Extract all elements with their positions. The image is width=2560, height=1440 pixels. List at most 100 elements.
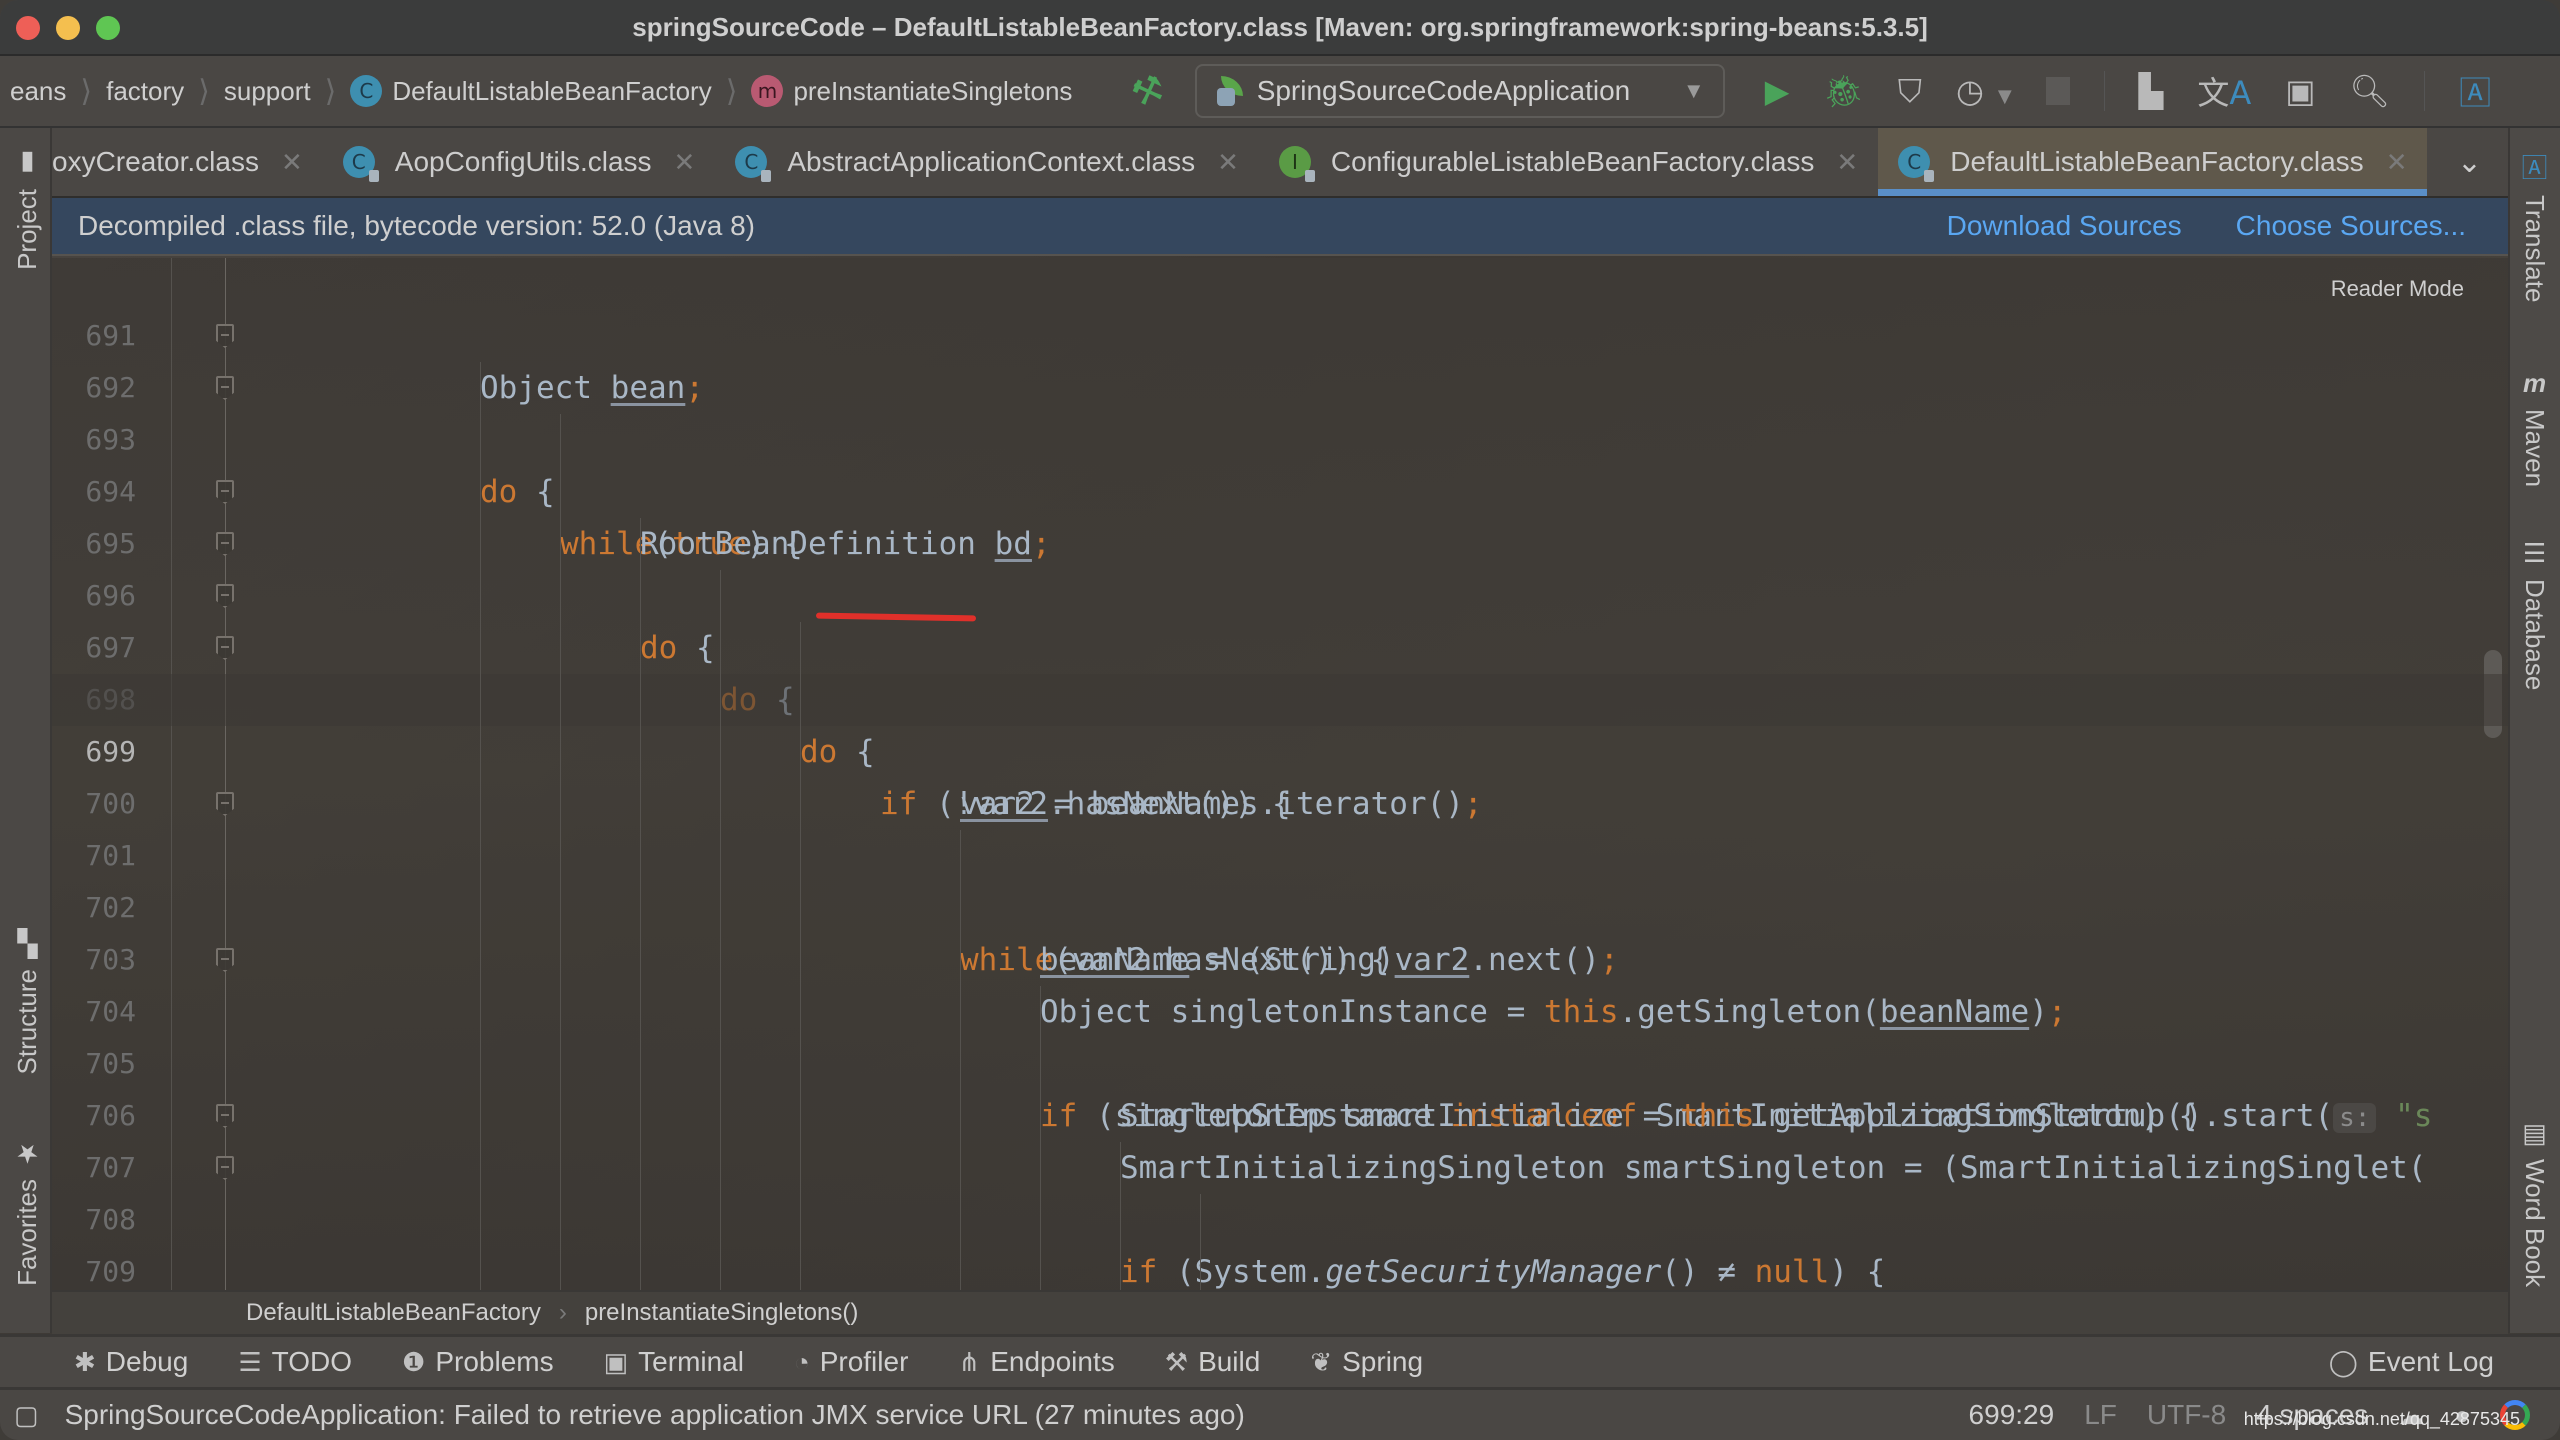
database-icon: ☰ bbox=[2522, 538, 2547, 568]
fold-marker-icon[interactable] bbox=[216, 376, 234, 400]
run-configuration-select[interactable]: SpringSourceCodeApplication ▼ bbox=[1194, 64, 1725, 118]
tool-tab-translate[interactable]: 🄰 Translate bbox=[2519, 148, 2550, 302]
fold-marker-icon[interactable] bbox=[216, 948, 234, 972]
download-sources-link[interactable]: Download Sources bbox=[1947, 210, 2182, 242]
breadcrumb-item[interactable]: C DefaultListableBeanFactory bbox=[340, 75, 721, 107]
stop-icon[interactable] bbox=[2045, 77, 2070, 105]
status-message[interactable]: SpringSourceCodeApplication: Failed to r… bbox=[65, 1399, 1245, 1431]
minimize-window-button[interactable] bbox=[56, 16, 80, 40]
fold-marker-icon[interactable] bbox=[216, 480, 234, 504]
tool-tab-database[interactable]: ☰ Database bbox=[2519, 538, 2550, 690]
code-line: 701 while(var2.hasNext()) { bbox=[52, 778, 2508, 978]
tool-window-todo[interactable]: ☰ TODO bbox=[238, 1346, 352, 1378]
watermark: https://blog.csdn.net/qq_42875345 bbox=[2243, 1409, 2520, 1429]
close-window-button[interactable] bbox=[16, 16, 40, 40]
tool-window-build[interactable]: ⚒ Build bbox=[1165, 1346, 1261, 1378]
tool-window-terminal[interactable]: ▣ Terminal bbox=[604, 1346, 744, 1378]
toggle-tool-windows-icon[interactable]: ▢ bbox=[14, 1400, 39, 1431]
tab-label: DefaultListableBeanFactory.class bbox=[1950, 146, 2364, 177]
breadcrumb-item[interactable]: factory bbox=[96, 76, 194, 107]
fold-marker-icon[interactable] bbox=[216, 532, 234, 556]
chevron-down-icon[interactable]: ▼ bbox=[1998, 86, 2012, 107]
choose-sources-link[interactable]: Choose Sources... bbox=[2236, 210, 2466, 242]
search-icon[interactable]: 🔍︎ bbox=[2349, 72, 2390, 110]
tool-tab-label: Structure bbox=[12, 969, 42, 1075]
tab-proxy-creator[interactable]: oxyCreator.class ✕ bbox=[52, 128, 323, 196]
tool-tab-favorites[interactable]: Favorites ★ bbox=[12, 1138, 43, 1286]
close-icon[interactable]: ✕ bbox=[281, 147, 303, 178]
tool-tab-word-book[interactable]: ▤ Word Book bbox=[2519, 1118, 2550, 1287]
project-structure-icon[interactable]: ▙ bbox=[2139, 72, 2164, 110]
close-icon[interactable]: ✕ bbox=[1836, 147, 1858, 178]
build-hammer-icon[interactable]: ⚒ bbox=[1126, 66, 1170, 116]
breadcrumb-class[interactable]: DefaultListableBeanFactory bbox=[246, 1299, 541, 1327]
tool-window-debug[interactable]: ✱ Debug bbox=[74, 1346, 188, 1378]
tool-tab-project[interactable]: Project ▮ bbox=[12, 148, 43, 270]
code-line-current: 699 var2 = beanNames.iterator(); bbox=[52, 674, 2508, 822]
tool-tab-label: Maven bbox=[2520, 409, 2550, 488]
breadcrumb-item[interactable]: eans bbox=[0, 76, 76, 107]
toolbar-separator bbox=[2103, 71, 2105, 111]
window-controls bbox=[16, 16, 120, 40]
profiler-icon: ◔ bbox=[793, 1346, 810, 1377]
indent-guide bbox=[1200, 1194, 1201, 1290]
book-icon: ▤ bbox=[2522, 1118, 2547, 1148]
breadcrumb-item[interactable]: support bbox=[214, 76, 321, 107]
coverage-icon[interactable]: ⛉ bbox=[1898, 72, 1922, 111]
fold-marker-icon[interactable] bbox=[216, 1104, 234, 1128]
tab-configurable-listable-bean-factory[interactable]: I ConfigurableListableBeanFactory.class … bbox=[1259, 128, 1878, 196]
code-line: 695 do { bbox=[52, 466, 2508, 666]
indent-guide bbox=[480, 362, 481, 1290]
tool-tab-maven[interactable]: m Maven bbox=[2519, 368, 2550, 487]
code-line: 709 smartSingleton.afterSingletonsInstan… bbox=[52, 1194, 2508, 1288]
tab-abstract-application-context[interactable]: C AbstractApplicationContext.class ✕ bbox=[715, 128, 1259, 196]
main-toolbar: ▶ 🐞︎ ⛉ ◷ ▼ ▙ 文A ▣ 🔍︎ 🄰 bbox=[1765, 68, 2491, 114]
tool-window-endpoints[interactable]: ⋔ Endpoints bbox=[958, 1346, 1114, 1378]
chevron-down-icon[interactable]: ⌄ bbox=[2431, 128, 2508, 196]
tab-aop-config-utils[interactable]: C AopConfigUtils.class ✕ bbox=[323, 128, 716, 196]
tool-window-spring[interactable]: ❦ Spring bbox=[1310, 1346, 1423, 1378]
tab-default-listable-bean-factory[interactable]: C DefaultListableBeanFactory.class ✕ bbox=[1878, 128, 2428, 196]
tool-window-event-log[interactable]: ◯ Event Log bbox=[2329, 1346, 2494, 1378]
translate-icon[interactable]: 文A bbox=[2197, 68, 2251, 114]
breadcrumb-method[interactable]: preInstantiateSingletons() bbox=[585, 1299, 859, 1327]
close-icon[interactable]: ✕ bbox=[674, 147, 696, 178]
fold-marker-icon[interactable] bbox=[216, 636, 234, 660]
file-encoding[interactable]: UTF-8 bbox=[2147, 1399, 2226, 1431]
method-icon: m bbox=[751, 75, 784, 107]
maximize-window-button[interactable] bbox=[96, 16, 120, 40]
star-icon: ★ bbox=[15, 1139, 40, 1169]
tool-window-profiler[interactable]: ◔ Profiler bbox=[794, 1346, 908, 1378]
tool-window-label: Event Log bbox=[2367, 1346, 2494, 1377]
navigation-bar: eans ⟩ factory ⟩ support ⟩ C DefaultList… bbox=[0, 56, 2560, 128]
banner-actions: Download Sources Choose Sources... bbox=[1947, 210, 2466, 242]
class-icon: C bbox=[735, 146, 772, 182]
fold-marker-icon[interactable] bbox=[216, 324, 234, 348]
tool-window-label: Debug bbox=[105, 1346, 189, 1377]
line-separator[interactable]: LF bbox=[2084, 1399, 2117, 1431]
code-editor[interactable]: Reader Mode 691 Object bean; 692 do { 69… bbox=[52, 258, 2508, 1290]
breadcrumb-separator: ⟩ bbox=[725, 74, 738, 108]
banner-message: Decompiled .class file, bytecode version… bbox=[78, 210, 755, 241]
translate-plugin-icon[interactable]: 🄰 bbox=[2459, 68, 2491, 114]
fold-marker-icon[interactable] bbox=[216, 1156, 234, 1180]
code-line: 703 Object singletonInstance = this.getS… bbox=[52, 882, 2508, 1030]
tool-tab-label: Favorites bbox=[12, 1179, 42, 1286]
code-line: 706 SmartInitializingSingleton smartSing… bbox=[52, 1038, 2508, 1186]
fold-marker-icon[interactable] bbox=[216, 792, 234, 816]
tab-label: oxyCreator.class bbox=[52, 146, 259, 177]
tool-tab-label: Word Book bbox=[2520, 1159, 2550, 1288]
tool-window-label: Terminal bbox=[638, 1346, 744, 1377]
tool-tab-structure[interactable]: Structure ▚ bbox=[12, 928, 43, 1075]
profile-icon[interactable]: ◷ ▼ bbox=[1956, 72, 2012, 110]
caret-position[interactable]: 699:29 bbox=[1969, 1399, 2055, 1431]
presentation-icon[interactable]: ▣ bbox=[2285, 72, 2315, 110]
class-icon: C bbox=[1898, 146, 1935, 182]
breadcrumb-item[interactable]: m preInstantiateSingletons bbox=[741, 75, 1082, 107]
fold-marker-icon[interactable] bbox=[216, 584, 234, 608]
tool-window-problems[interactable]: ❶ Problems bbox=[402, 1346, 554, 1378]
close-icon[interactable]: ✕ bbox=[1217, 147, 1239, 178]
run-icon[interactable]: ▶ bbox=[1765, 72, 1790, 110]
close-icon[interactable]: ✕ bbox=[2386, 147, 2408, 178]
debug-icon[interactable]: 🐞︎ bbox=[1823, 72, 1864, 110]
